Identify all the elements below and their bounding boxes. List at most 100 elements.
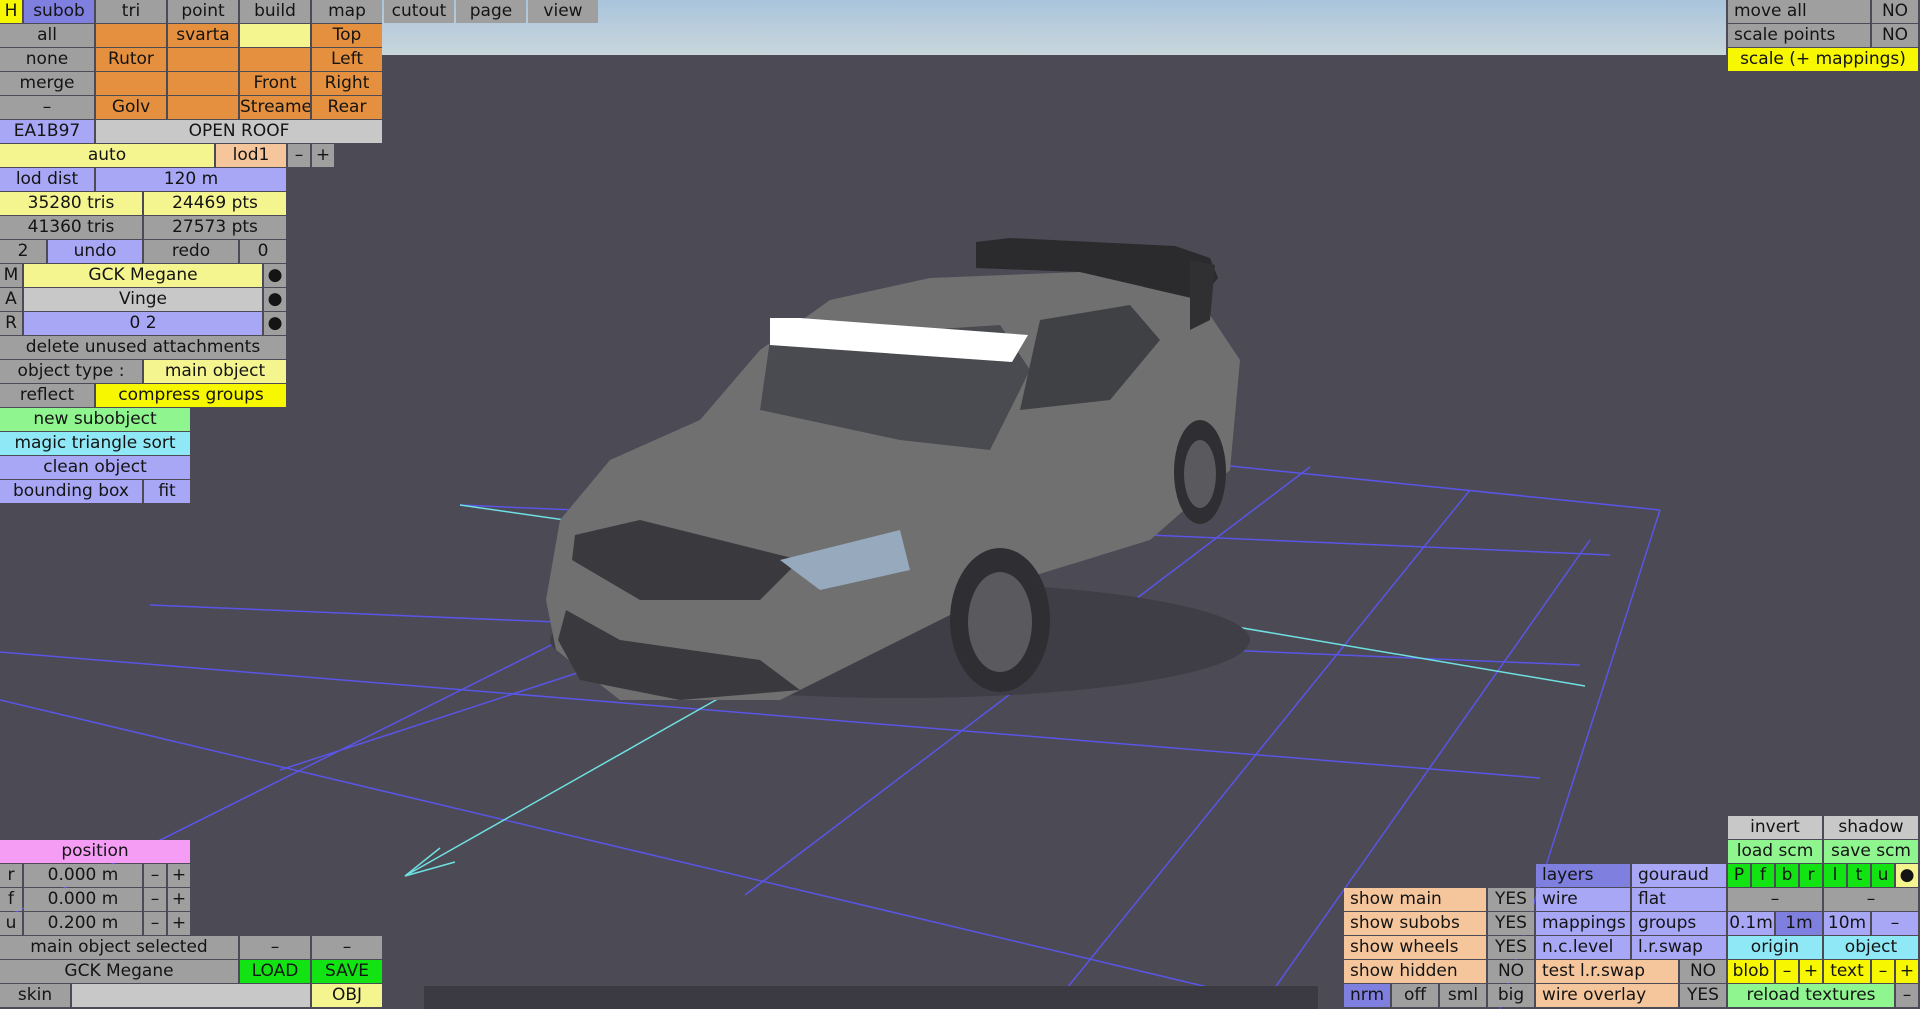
menu-h[interactable]: H — [0, 0, 22, 23]
view-p-button[interactable]: P — [1728, 864, 1750, 887]
group-golv[interactable]: Golv — [96, 96, 166, 119]
gouraud-button[interactable]: gouraud — [1632, 864, 1726, 887]
status-dash-button[interactable]: – — [240, 936, 310, 959]
object-type-value[interactable]: main object — [144, 360, 286, 383]
grid-1m-button[interactable]: 1m — [1776, 912, 1822, 935]
select-all-button[interactable]: all — [0, 24, 94, 47]
load-scm-button[interactable]: load scm — [1728, 840, 1822, 863]
layers-button[interactable]: layers — [1536, 864, 1630, 887]
show-subobs-toggle[interactable]: YES — [1488, 912, 1534, 935]
view-b-button[interactable]: b — [1776, 864, 1798, 887]
group-top[interactable]: Top — [312, 24, 382, 47]
menu-build[interactable]: build — [240, 0, 310, 23]
group-right[interactable]: Right — [312, 72, 382, 95]
group-empty[interactable] — [168, 72, 238, 95]
view-t-button[interactable]: t — [1848, 864, 1870, 887]
r-dot-button[interactable]: ● — [264, 312, 286, 335]
grid-dash-button[interactable]: – — [1872, 912, 1918, 935]
attachment-field[interactable]: Vinge — [24, 288, 262, 311]
view-f-button[interactable]: f — [1752, 864, 1774, 887]
save-scm-button[interactable]: save scm — [1824, 840, 1918, 863]
undo-button[interactable]: undo — [48, 240, 142, 263]
group-empty[interactable] — [96, 24, 166, 47]
display-dash-button[interactable]: – — [1824, 888, 1918, 911]
show-main-toggle[interactable]: YES — [1488, 888, 1534, 911]
position-u-plus-button[interactable]: + — [168, 912, 190, 935]
reload-dash-button[interactable]: – — [1896, 984, 1918, 1007]
text-plus-button[interactable]: + — [1896, 960, 1918, 983]
magic-triangle-sort-button[interactable]: magic triangle sort — [0, 432, 190, 455]
compress-groups-button[interactable]: compress groups — [96, 384, 286, 407]
object-id[interactable]: EA1B97 — [0, 120, 94, 143]
blob-minus-button[interactable]: – — [1776, 960, 1798, 983]
load-button[interactable]: LOAD — [240, 960, 310, 983]
show-hidden-toggle[interactable]: NO — [1488, 960, 1534, 983]
invert-button[interactable]: invert — [1728, 816, 1822, 839]
lod-dist-value[interactable]: 120 m — [96, 168, 286, 191]
group-empty[interactable] — [168, 48, 238, 71]
flat-button[interactable]: flat — [1632, 888, 1726, 911]
nc-level-button[interactable]: n.c.level — [1536, 936, 1630, 959]
reflect-button[interactable]: reflect — [0, 384, 94, 407]
position-r-value[interactable]: 0.000 m — [24, 864, 142, 887]
view-dot-button[interactable]: ● — [1896, 864, 1918, 887]
position-f-value[interactable]: 0.000 m — [24, 888, 142, 911]
blob-plus-button[interactable]: + — [1800, 960, 1822, 983]
redo-button[interactable]: redo — [144, 240, 238, 263]
shadow-button[interactable]: shadow — [1824, 816, 1918, 839]
clean-object-button[interactable]: clean object — [0, 456, 190, 479]
menu-point[interactable]: point — [168, 0, 238, 23]
grid-10m-button[interactable]: 10m — [1824, 912, 1870, 935]
group-empty[interactable] — [168, 96, 238, 119]
menu-view[interactable]: view — [528, 0, 598, 23]
group-rutor[interactable]: Rutor — [96, 48, 166, 71]
test-lr-swap-toggle[interactable]: NO — [1680, 960, 1726, 983]
view-u-button[interactable]: u — [1872, 864, 1894, 887]
status-dash-button[interactable]: – — [312, 936, 382, 959]
position-u-minus-button[interactable]: – — [144, 912, 166, 935]
group-left[interactable]: Left — [312, 48, 382, 71]
auto-lod-button[interactable]: auto — [0, 144, 214, 167]
lod-minus-button[interactable]: – — [288, 144, 310, 167]
group-svarta[interactable]: svarta — [168, 24, 238, 47]
view-r-button[interactable]: r — [1800, 864, 1822, 887]
position-f-minus-button[interactable]: – — [144, 888, 166, 911]
show-wheels-toggle[interactable]: YES — [1488, 936, 1534, 959]
wire-button[interactable]: wire — [1536, 888, 1630, 911]
delete-unused-attachments-button[interactable]: delete unused attachments — [0, 336, 286, 359]
size-sml-button[interactable]: sml — [1440, 984, 1486, 1007]
blob-button[interactable]: blob — [1728, 960, 1774, 983]
position-f-plus-button[interactable]: + — [168, 888, 190, 911]
mappings-button[interactable]: mappings — [1536, 912, 1630, 935]
menu-tri[interactable]: tri — [96, 0, 166, 23]
fit-button[interactable]: fit — [144, 480, 190, 503]
object-button[interactable]: object — [1824, 936, 1918, 959]
scale-points-toggle[interactable]: NO — [1872, 24, 1918, 47]
menu-map[interactable]: map — [312, 0, 382, 23]
grid-0-1m-button[interactable]: 0.1m — [1728, 912, 1774, 935]
model-dot-button[interactable]: ● — [264, 264, 286, 287]
menu-cutout[interactable]: cutout — [384, 0, 454, 23]
menu-subob[interactable]: subob — [24, 0, 94, 23]
select-none-button[interactable]: none — [0, 48, 94, 71]
group-rear[interactable]: Rear — [312, 96, 382, 119]
display-dash-button[interactable]: – — [1728, 888, 1822, 911]
scale-mappings-button[interactable]: scale (+ mappings) — [1728, 48, 1918, 71]
new-subobject-button[interactable]: new subobject — [0, 408, 190, 431]
move-all-toggle[interactable]: NO — [1872, 0, 1918, 23]
text-button[interactable]: text — [1824, 960, 1870, 983]
skin-field[interactable] — [72, 984, 310, 1007]
attachment-dot-button[interactable]: ● — [264, 288, 286, 311]
position-r-minus-button[interactable]: – — [144, 864, 166, 887]
save-button[interactable]: SAVE — [312, 960, 382, 983]
menu-page[interactable]: page — [456, 0, 526, 23]
view-l-button[interactable]: l — [1824, 864, 1846, 887]
r-value-field[interactable]: 0 2 — [24, 312, 262, 335]
group-empty[interactable] — [240, 24, 310, 47]
minus-button[interactable]: – — [0, 96, 94, 119]
open-roof-button[interactable]: OPEN ROOF — [96, 120, 382, 143]
lod-selector[interactable]: lod1 — [216, 144, 286, 167]
group-streame[interactable]: Streame — [240, 96, 310, 119]
merge-button[interactable]: merge — [0, 72, 94, 95]
group-empty[interactable] — [96, 72, 166, 95]
